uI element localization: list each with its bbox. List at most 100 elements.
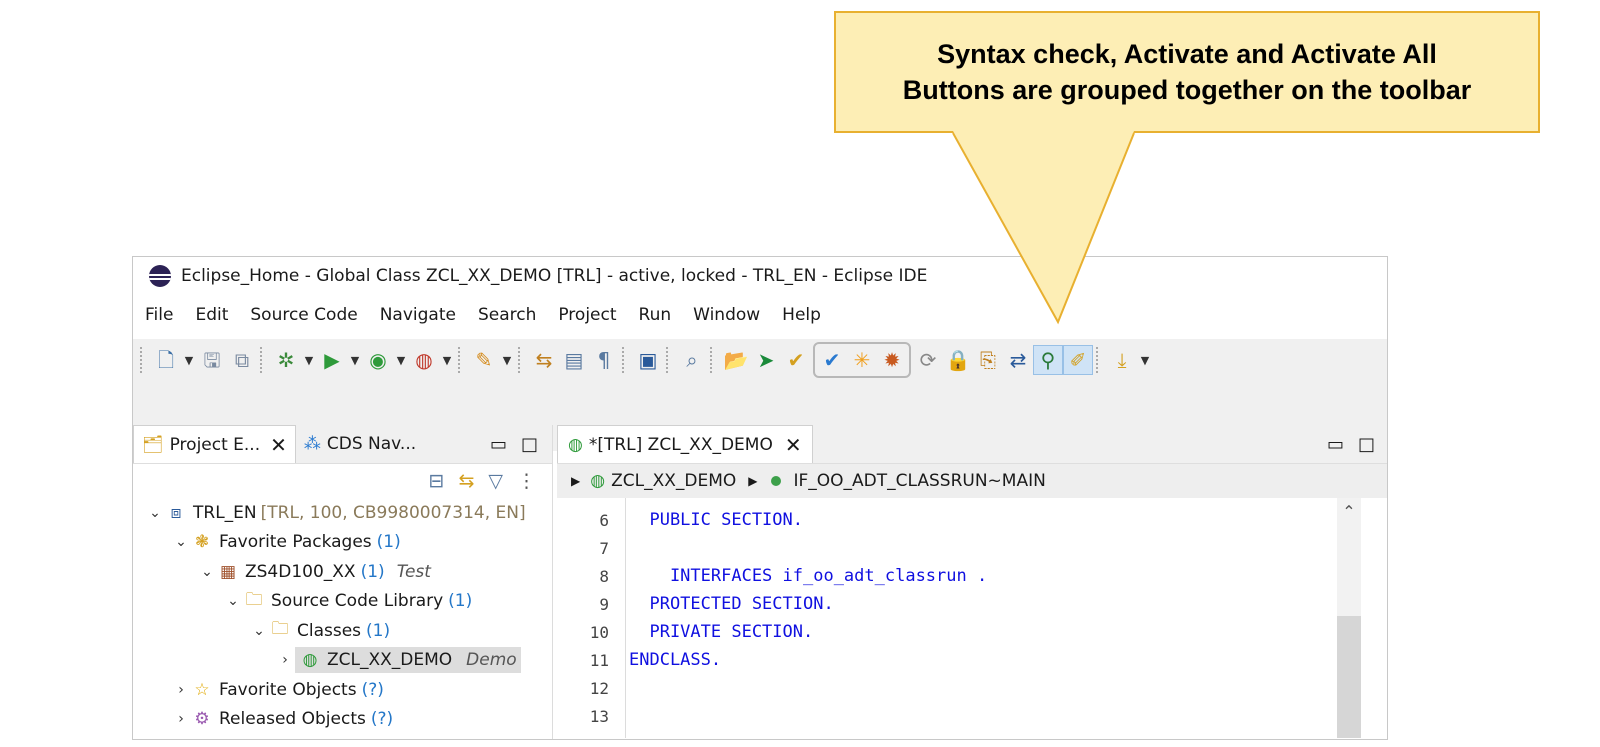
menu-project[interactable]: Project (558, 305, 616, 325)
tree-count: (?) (361, 679, 384, 700)
chevron-down-icon[interactable]: ⌄ (223, 593, 243, 609)
tree-item-source-code-library[interactable]: ⌄ 🗀 Source Code Library (1) (133, 587, 552, 617)
breadcrumb-class[interactable]: ZCL_XX_DEMO (611, 471, 736, 491)
menu-source-code[interactable]: Source Code (250, 305, 357, 325)
link-with-editor-icon[interactable]: ⇆ (458, 470, 474, 492)
share-link-icon[interactable]: ⎘ (973, 345, 1003, 375)
lock-icon[interactable]: 🔒 (943, 345, 973, 375)
run-dropdown-icon[interactable]: ▼ (347, 345, 363, 375)
cds-navigator-icon: ⁂ (303, 434, 321, 454)
tab-cds-navigator[interactable]: ⁂ CDS Nav... (296, 425, 424, 463)
code-line: 9 PROTECTED SECTION. (557, 590, 1317, 618)
whitespace-icon[interactable]: ¶ (589, 345, 619, 375)
debug-dropdown-icon[interactable]: ▼ (301, 345, 317, 375)
chevron-right-icon[interactable]: ▶ (748, 474, 757, 488)
scrollbar-thumb[interactable] (1337, 616, 1361, 738)
collapse-all-icon[interactable]: ⊟ (429, 470, 445, 492)
tree-item-released-objects[interactable]: › ⚙ Released Objects (?) (133, 705, 552, 735)
menu-navigate[interactable]: Navigate (380, 305, 456, 325)
maximize-icon[interactable]: □ (521, 434, 538, 455)
tree-item-classes[interactable]: ⌄ 🗀 Classes (1) (133, 616, 552, 646)
view-menu-icon[interactable]: ⋮ (517, 470, 536, 492)
activate-all-icon[interactable]: ✹ (877, 345, 907, 375)
filter-icon[interactable]: ▽ (488, 470, 503, 492)
line-number: 7 (599, 538, 609, 558)
tab-cds-navigator-label: CDS Nav... (326, 434, 417, 454)
menu-help[interactable]: Help (782, 305, 821, 325)
chevron-right-icon[interactable]: ▶ (571, 474, 580, 488)
line-number: 13 (589, 706, 609, 726)
tree-item-favorite-packages[interactable]: ⌄ ❃ Favorite Packages (1) (133, 528, 552, 558)
tree-label: ZS4D100_XX (245, 561, 356, 582)
project-explorer-icon: 🗂 (142, 434, 164, 455)
back-forward-icon[interactable]: ⇄ (1003, 345, 1033, 375)
chevron-down-icon[interactable]: ⌄ (171, 534, 191, 550)
transport-icon[interactable]: ✔ (781, 345, 811, 375)
outline-icon[interactable]: ▤ (559, 345, 589, 375)
external-tools-dropdown-icon[interactable]: ▼ (439, 345, 455, 375)
chevron-down-icon[interactable]: ⌄ (145, 505, 165, 521)
minimize-icon[interactable]: ▭ (1327, 434, 1344, 455)
tree-count: (1) (376, 532, 401, 553)
code-area[interactable]: 6 PUBLIC SECTION. 7 8 INTERFACES if_oo_a… (557, 498, 1387, 738)
code-editor: ◍ *[TRL] ZCL_XX_DEMO ✕ ▭ □ ▶ ◍ ZCL_XX_DE… (557, 425, 1387, 739)
code-line: 12 (557, 674, 1317, 702)
minimize-icon[interactable]: ▭ (490, 434, 507, 455)
chevron-right-icon[interactable]: › (275, 652, 295, 668)
tree-item-favorite-objects[interactable]: › ☆ Favorite Objects (?) (133, 675, 552, 705)
new-icon[interactable]: 🗋 (151, 345, 181, 375)
chevron-right-icon[interactable]: › (171, 711, 191, 727)
tab-project-explorer[interactable]: 🗂 Project E... ✕ (133, 425, 296, 463)
save-icon[interactable]: 🖫 (197, 345, 227, 375)
code-text: ENDCLASS. (629, 650, 722, 670)
chevron-down-icon[interactable]: ⌄ (197, 564, 217, 580)
highlight-icon[interactable]: ✐ (1063, 345, 1093, 375)
tree-item-zs4d100-xx[interactable]: ⌄ ▦ ZS4D100_XX (1) Test (133, 557, 552, 587)
run-icon[interactable]: ▶ (317, 345, 347, 375)
tree-count: (1) (366, 620, 391, 641)
menu-file[interactable]: File (145, 305, 173, 325)
close-icon[interactable]: ✕ (785, 433, 802, 457)
toolbar-separator (622, 347, 630, 373)
chevron-down-icon[interactable]: ⌄ (249, 623, 269, 639)
debug-icon[interactable]: ✲ (271, 345, 301, 375)
download-dropdown-icon[interactable]: ▼ (1137, 345, 1153, 375)
download-icon[interactable]: ⤓ (1107, 345, 1137, 375)
menu-run[interactable]: Run (639, 305, 672, 325)
link-editor-icon[interactable]: ⚲ (1033, 345, 1063, 375)
line-number: 11 (589, 650, 609, 670)
editor-tab-zcl-xx-demo[interactable]: ◍ *[TRL] ZCL_XX_DEMO ✕ (557, 425, 813, 463)
coverage-icon[interactable]: ◉ (363, 345, 393, 375)
coverage-dropdown-icon[interactable]: ▼ (393, 345, 409, 375)
run-abap-icon[interactable]: ➤ (751, 345, 781, 375)
menu-window[interactable]: Window (693, 305, 760, 325)
console-icon[interactable]: ▣ (633, 345, 663, 375)
menu-search[interactable]: Search (478, 305, 536, 325)
open-abap-object-icon[interactable]: 📂 (721, 345, 751, 375)
tree-count: (1) (360, 561, 385, 582)
breadcrumb-method[interactable]: IF_OO_ADT_CLASSRUN~MAIN (793, 471, 1045, 491)
external-tools-icon[interactable]: ◍ (409, 345, 439, 375)
launch-dropdown-icon[interactable]: ▼ (499, 345, 515, 375)
line-number: 10 (589, 622, 609, 642)
pretty-printer-icon[interactable]: ⟳ (913, 345, 943, 375)
launch-icon[interactable]: ✎ (469, 345, 499, 375)
gear-icon: ⚙ (194, 709, 210, 730)
maximize-icon[interactable]: □ (1358, 434, 1375, 455)
vertical-scrollbar[interactable]: ⌃ (1337, 498, 1361, 738)
scroll-up-icon[interactable]: ⌃ (1337, 502, 1361, 521)
tree-item-zcl-xx-demo[interactable]: › ◍ ZCL_XX_DEMO Demo (133, 646, 552, 676)
open-type-icon[interactable]: ⇆ (529, 345, 559, 375)
new-dropdown-icon[interactable]: ▼ (181, 345, 197, 375)
callout-line-1: Syntax check, Activate and Activate All (937, 39, 1437, 69)
close-icon[interactable]: ✕ (270, 433, 287, 457)
search-icon[interactable]: ⌕ (677, 345, 707, 375)
tree-item-trl-en[interactable]: ⌄ ⧈ TRL_EN [TRL, 100, CB9980007314, EN] (133, 498, 552, 528)
toolbar-separator (518, 347, 526, 373)
toolbar-separator (140, 347, 148, 373)
chevron-right-icon[interactable]: › (171, 682, 191, 698)
menu-edit[interactable]: Edit (195, 305, 228, 325)
check-syntax-icon[interactable]: ✔ (817, 345, 847, 375)
save-all-icon[interactable]: ⧉ (227, 345, 257, 375)
activate-icon[interactable]: ✳ (847, 345, 877, 375)
